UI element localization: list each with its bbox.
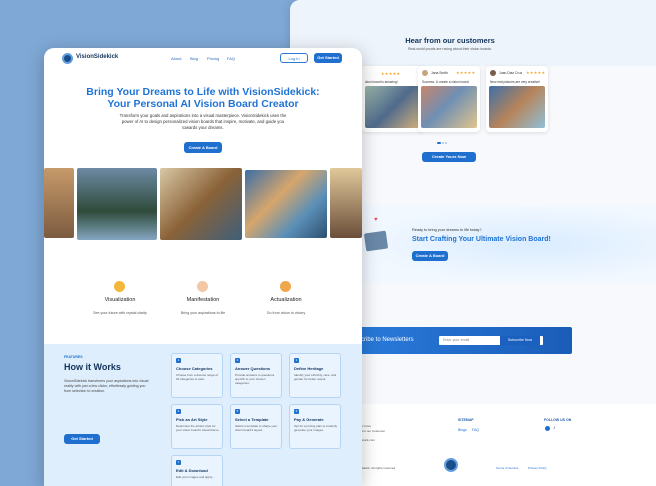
step-card: 3 Define Heritage Identify your ethnicity,… (289, 353, 341, 398)
newsletter-bar: scribe to Newsletters Enter your email S… (350, 327, 572, 354)
testimonial-quote: New real pictures are very creative! (490, 80, 540, 84)
get-started-button[interactable]: Get Started (314, 53, 342, 63)
lightbulb-icon (114, 281, 125, 292)
testimonial-card: ★★★★★ ision board is amazing! (362, 66, 424, 132)
vision-board-image (421, 86, 477, 128)
collage-image (77, 168, 157, 240)
vision-board-image (365, 86, 421, 128)
cta-band (350, 205, 656, 283)
feature-title-actualization: Actualization (270, 297, 302, 303)
reviewer-name: Juan Diaz Cruz (499, 71, 523, 75)
sitemap-link-faq[interactable]: FAQ (472, 428, 479, 432)
facebook-icon[interactable] (545, 426, 550, 431)
newsletter-label: scribe to Newsletters (358, 337, 414, 343)
how-desc: VisionSidekick transforms your aspiratio… (64, 379, 149, 393)
login-button[interactable]: Log In (280, 53, 308, 63)
nav-link-about[interactable]: About (171, 56, 181, 61)
testimonials-title: Hear from our customers (405, 36, 495, 45)
testimonial-quote: ision board is amazing! (365, 80, 398, 84)
rocket-icon (280, 281, 291, 292)
nav-link-pricing[interactable]: Pricing (207, 56, 219, 61)
vision-board-collage (44, 168, 362, 240)
subscribe-button[interactable]: Subscribe Now (500, 336, 540, 345)
feature-desc-actualization: Go from vision to victory (266, 311, 306, 315)
testimonial-card: Jana Smith ★★★★★ Success. U create a vis… (418, 66, 480, 132)
avatar (422, 70, 428, 76)
vision-board-illustration (363, 230, 389, 252)
feature-desc-manifestation: Bring your aspirations to life (180, 311, 226, 315)
nav-link-blog[interactable]: Blog (190, 56, 198, 61)
terms-link[interactable]: Terms of Service (496, 466, 518, 470)
cta-eyebrow: Ready to bring your dreams to life today… (412, 228, 482, 232)
step-card: 1 Choose Categories Choose from a diverse … (171, 353, 223, 398)
step-card: 2 Answer Questions Provide answers to ques… (230, 353, 282, 398)
cta-title: Start Crafting Your Ultimate Vision Boar… (412, 236, 551, 243)
collage-image (160, 168, 242, 240)
how-title: How it Works (64, 362, 121, 372)
collage-image (44, 168, 74, 238)
step-card: 7 Edit & Download Edit your images and app… (171, 455, 223, 486)
step-card: 5 Select a Template Select a template to s… (230, 404, 282, 449)
rating-stars: ★★★★★ (456, 70, 476, 75)
carousel-dots[interactable] (437, 142, 449, 144)
testimonial-card: Juan Diaz Cruz ★★★★★ New real pictures a… (486, 66, 548, 132)
brand-name: VisionSidekick (76, 54, 119, 60)
sitemap-link-blogs[interactable]: Blogs (458, 428, 467, 432)
sitemap-title: SITEMAP (458, 418, 474, 422)
footer-logo-icon (444, 458, 458, 472)
praying-hands-icon (197, 281, 208, 292)
avatar (490, 70, 496, 76)
feature-desc-visualization: See your future with crystal clarity (93, 311, 147, 315)
nav-link-faq[interactable]: FAQ (227, 56, 235, 61)
create-yours-now-button[interactable]: Create Yours Now (422, 152, 476, 162)
testimonial-quote: Success. U create a vision board (422, 80, 469, 84)
vision-board-image (489, 86, 545, 128)
heart-icon: ♥ (374, 217, 378, 223)
footer (350, 404, 656, 486)
feature-title-manifestation: Manifestation (186, 297, 220, 303)
hero-title: Bring Your Dreams to Life with VisionSid… (86, 86, 320, 110)
section-eyebrow: FEATURES (64, 355, 83, 359)
step-card: 4 Pick an Art Style Determine the artistic… (171, 404, 223, 449)
follow-title: FOLLOW US ON (544, 418, 572, 422)
step-card: 6 Pay & Generate Opt for a pricing plan to… (289, 404, 341, 449)
collage-image (245, 170, 327, 238)
hero-subtitle: Transform your goals and aspirations int… (119, 113, 287, 130)
eye-logo-icon (62, 53, 73, 64)
how-get-started-button[interactable]: Get Started (64, 434, 100, 444)
feature-title-visualization: Visualization (104, 297, 136, 303)
hero-create-board-button[interactable]: Create A Board (184, 142, 222, 153)
tiktok-icon[interactable]: ♪ (553, 426, 558, 431)
rating-stars: ★★★★★ (381, 71, 401, 76)
cta-create-board-button[interactable]: Create A Board (412, 251, 448, 261)
reviewer-name: Jana Smith (431, 71, 448, 75)
privacy-link[interactable]: Privacy Policy (528, 466, 547, 470)
how-it-works-section: FEATURES How it Works VisionSidekick tra… (44, 344, 362, 486)
top-nav: VisionSidekick About Blog Pricing FAQ Lo… (44, 48, 362, 70)
rating-stars: ★★★★★ (526, 70, 546, 75)
landing-page-frame: VisionSidekick About Blog Pricing FAQ Lo… (44, 48, 362, 486)
collage-image (330, 168, 362, 238)
